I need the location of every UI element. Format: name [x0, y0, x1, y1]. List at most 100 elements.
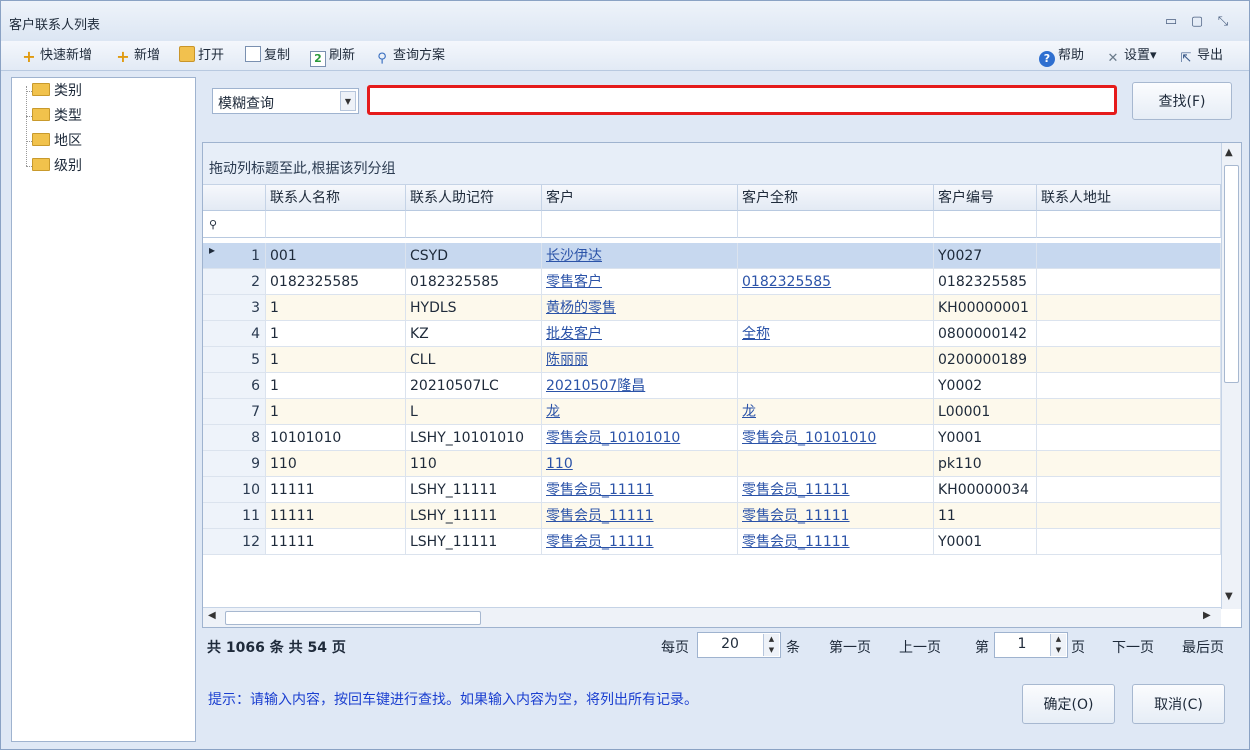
cell-address	[1037, 243, 1221, 269]
cell-customer[interactable]: 零售会员_11111	[542, 529, 738, 555]
filter-cell[interactable]	[542, 211, 738, 238]
quick-add-button[interactable]: + 快速新增	[21, 46, 92, 66]
search-input[interactable]	[367, 85, 1117, 115]
search-mode-select[interactable]: 模糊查询 ▼	[212, 88, 359, 114]
per-page-label: 每页	[661, 640, 689, 656]
tree-item-level[interactable]: 级别	[32, 156, 82, 176]
scroll-thumb[interactable]	[1224, 165, 1239, 383]
cell-customer[interactable]: 陈丽丽	[542, 347, 738, 373]
vertical-scrollbar[interactable]: ▲ ▼	[1221, 143, 1241, 609]
cell-customer[interactable]: 20210507隆昌	[542, 373, 738, 399]
export-button[interactable]: ⇱ 导出	[1178, 46, 1223, 66]
cell-customer[interactable]: 零售客户	[542, 269, 738, 295]
open-button[interactable]: 打开	[179, 46, 224, 66]
help-label: 帮助	[1058, 48, 1085, 63]
column-header-mnemonic[interactable]: 联系人助记符	[406, 185, 542, 211]
settings-button[interactable]: ✕ 设置▾	[1105, 46, 1157, 66]
cell-fullname[interactable]: 全称	[738, 321, 934, 347]
table-row[interactable]: 4 1 KZ 批发客户 全称 0800000142	[203, 321, 1221, 347]
filter-cell[interactable]	[934, 211, 1037, 238]
close-button[interactable]: ⤡	[1213, 13, 1233, 31]
cell-name: 11111	[266, 503, 406, 529]
copy-button[interactable]: 复制	[245, 46, 290, 66]
cell-customer[interactable]: 110	[542, 451, 738, 477]
table-row[interactable]: 7 1 L 龙龙 L00001	[203, 399, 1221, 425]
cell-mnemonic: HYDLS	[406, 295, 542, 321]
last-page-link[interactable]: 最后页	[1182, 637, 1224, 657]
scroll-thumb[interactable]	[225, 611, 481, 625]
horizontal-scrollbar[interactable]: ◀ ▶	[203, 607, 1221, 627]
tree-item-category[interactable]: 类别	[32, 81, 82, 101]
filter-cell[interactable]	[1037, 211, 1221, 238]
column-header-contact-name[interactable]: 联系人名称	[266, 185, 406, 211]
cell-fullname[interactable]: 零售会员_11111	[738, 477, 934, 503]
cell-customer[interactable]: 黄杨的零售	[542, 295, 738, 321]
query-plan-button[interactable]: ⚲ 查询方案	[374, 46, 445, 66]
maximize-button[interactable]: ▢	[1187, 13, 1207, 31]
cell-mnemonic: LSHY_10101010	[406, 425, 542, 451]
cell-name: 1	[266, 373, 406, 399]
table-row[interactable]: 12 11111 LSHY_11111 零售会员_11111 零售会员_11111 Y00…	[203, 529, 1221, 555]
ok-button[interactable]: 确定(O)	[1022, 684, 1115, 724]
title-bar: 客户联系人列表 ▭ ▢ ⤡	[1, 1, 1249, 41]
table-row[interactable]: 6 1 20210507LC 20210507隆昌 Y0002	[203, 373, 1221, 399]
category-tree: 类别 类型 地区 级别	[11, 77, 196, 742]
per-page-spinner[interactable]: 20 ▲ ▼	[697, 632, 781, 658]
minimize-button[interactable]: ▭	[1161, 13, 1181, 31]
cell-fullname[interactable]: 零售会员_11111	[738, 503, 934, 529]
spin-arrows-icon[interactable]: ▲ ▼	[763, 634, 779, 656]
scroll-up-icon[interactable]: ▲	[1225, 147, 1233, 158]
scroll-right-icon[interactable]: ▶	[1203, 610, 1211, 621]
spin-arrows-icon[interactable]: ▲ ▼	[1050, 634, 1066, 656]
filter-cell[interactable]	[406, 211, 542, 238]
cell-customer[interactable]: 零售会员_11111	[542, 503, 738, 529]
cell-fullname[interactable]: 龙	[738, 399, 934, 425]
cell-fullname[interactable]: 0182325585	[738, 269, 934, 295]
cell-name: 1	[266, 321, 406, 347]
query-icon: ⚲	[377, 51, 387, 66]
find-button[interactable]: 查找(F)	[1132, 82, 1232, 120]
page-spinner[interactable]: 1 ▲ ▼	[994, 632, 1068, 658]
cell-customer[interactable]: 批发客户	[542, 321, 738, 347]
cell-address	[1037, 269, 1221, 295]
first-page-link[interactable]: 第一页	[829, 637, 871, 657]
refresh-button[interactable]: 2 刷新	[310, 46, 355, 67]
column-header-customer-fullname[interactable]: 客户全称	[738, 185, 934, 211]
table-row[interactable]: 9 110 110 110 pk110	[203, 451, 1221, 477]
cell-customer[interactable]: 零售会员_11111	[542, 477, 738, 503]
cell-customer[interactable]: 长沙伊达	[542, 243, 738, 269]
table-row[interactable]: 1 ▸ 001 CSYD 长沙伊达 Y0027	[203, 243, 1221, 269]
tree-item-type[interactable]: 类型	[32, 106, 82, 126]
scroll-down-icon[interactable]: ▼	[1225, 591, 1233, 602]
table-row[interactable]: 11 11111 LSHY_11111 零售会员_11111 零售会员_11111 11	[203, 503, 1221, 529]
cell-address	[1037, 425, 1221, 451]
help-button[interactable]: ? 帮助	[1039, 46, 1085, 67]
column-header-customer[interactable]: 客户	[542, 185, 738, 211]
tree-item-region[interactable]: 地区	[32, 131, 82, 151]
chevron-down-icon[interactable]: ▼	[340, 91, 356, 111]
cell-fullname[interactable]: 零售会员_10101010	[738, 425, 934, 451]
table-row[interactable]: 3 1 HYDLS 黄杨的零售 KH00000001	[203, 295, 1221, 321]
cell-mnemonic: CSYD	[406, 243, 542, 269]
prev-page-link[interactable]: 上一页	[899, 637, 941, 657]
column-header-contact-address[interactable]: 联系人地址	[1037, 185, 1221, 211]
add-button[interactable]: + 新增	[115, 46, 160, 66]
next-page-link[interactable]: 下一页	[1112, 637, 1154, 657]
cell-fullname[interactable]: 零售会员_11111	[738, 529, 934, 555]
column-header-customer-code[interactable]: 客户编号	[934, 185, 1037, 211]
filter-cell[interactable]	[266, 211, 406, 238]
scroll-left-icon[interactable]: ◀	[208, 610, 216, 621]
table-row[interactable]: 10 11111 LSHY_11111 零售会员_11111 零售会员_11111 KH0…	[203, 477, 1221, 503]
group-by-panel[interactable]: 拖动列标题至此,根据该列分组	[203, 143, 1221, 185]
cell-customer[interactable]: 零售会员_10101010	[542, 425, 738, 451]
table-row[interactable]: 5 1 CLL 陈丽丽 0200000189	[203, 347, 1221, 373]
window-title: 客户联系人列表	[9, 18, 101, 33]
cell-customer[interactable]: 龙	[542, 399, 738, 425]
table-row[interactable]: 8 10101010 LSHY_10101010 零售会员_10101010 零售会员_…	[203, 425, 1221, 451]
cancel-button[interactable]: 取消(C)	[1132, 684, 1225, 724]
tree-item-label: 级别	[54, 158, 82, 174]
filter-cell[interactable]	[738, 211, 934, 238]
query-plan-label: 查询方案	[393, 48, 446, 63]
cell-mnemonic: 0182325585	[406, 269, 542, 295]
table-row[interactable]: 2 0182325585 0182325585 零售客户 0182325585 01823…	[203, 269, 1221, 295]
